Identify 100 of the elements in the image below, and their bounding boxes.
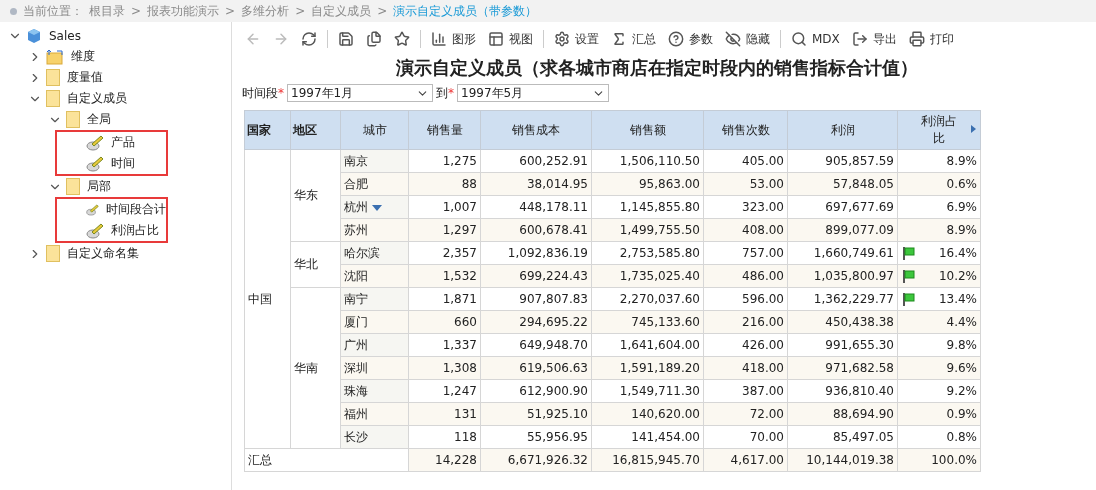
member-icon xyxy=(86,201,99,218)
table-cell: 1,641,604.00 xyxy=(591,333,704,357)
window-icon xyxy=(488,31,504,47)
table-cell: 16,815,945.70 xyxy=(591,448,704,472)
toolbar-button[interactable]: 汇总 xyxy=(606,28,661,50)
table-cell: 1,660,749.61 xyxy=(787,241,898,265)
breadcrumb-separator: > xyxy=(377,4,388,18)
table-cell: 1,145,855.80 xyxy=(591,195,704,219)
toolbar-button[interactable]: 隐藏 xyxy=(720,28,775,50)
table-cell: 450,438.38 xyxy=(787,310,898,334)
table-cell: 2,753,585.80 xyxy=(591,241,704,265)
member-icon xyxy=(86,155,104,172)
table-cell: 85,497.05 xyxy=(787,425,898,449)
tree-item[interactable]: 产品 xyxy=(111,134,135,151)
report-title: 演示自定义成员（求各城市商店在指定时段内的销售指标合计值） xyxy=(395,56,919,80)
table-cell: 294,695.22 xyxy=(480,310,592,334)
column-header: 销售成本 xyxy=(480,110,592,150)
tree-item[interactable]: 全局 xyxy=(87,111,111,128)
table-cell: 95,863.00 xyxy=(591,172,704,196)
table-cell: 华东 xyxy=(290,149,341,242)
folder-icon xyxy=(46,245,60,262)
toolbar-button[interactable]: 图形 xyxy=(426,28,481,50)
folder-icon xyxy=(46,69,60,86)
breadcrumb-separator: > xyxy=(131,4,142,18)
tree-item[interactable]: 自定义成员 xyxy=(67,90,127,107)
table-cell: 936,810.40 xyxy=(787,379,898,403)
table-cell: 140,620.00 xyxy=(591,402,704,426)
member-icon xyxy=(86,134,104,151)
table-cell: 38,014.95 xyxy=(480,172,592,196)
location-label: 当前位置： xyxy=(23,2,83,20)
table-cell: 448,178.11 xyxy=(480,195,592,219)
table-cell: 1,591,189.20 xyxy=(591,356,704,380)
table-cell: 2,270,037.60 xyxy=(591,287,704,311)
column-header: 国家 xyxy=(244,110,291,150)
save-icon xyxy=(338,31,354,47)
table-cell: 745,133.60 xyxy=(591,310,704,334)
tree-item[interactable]: 自定义命名集 xyxy=(67,245,139,262)
param-label: 到* xyxy=(436,84,454,102)
toolbar-button[interactable]: 设置 xyxy=(549,28,604,50)
toolbar-button[interactable]: MDX xyxy=(786,28,845,50)
column-header: 销售量 xyxy=(408,110,481,150)
column-header: 地区 xyxy=(290,110,341,150)
expand-triangle-icon[interactable] xyxy=(971,125,976,133)
help-icon xyxy=(668,31,684,47)
table-cell: 1,735,025.40 xyxy=(591,264,704,288)
tree-item[interactable]: 度量值 xyxy=(67,69,103,86)
folder-icon xyxy=(46,90,60,107)
column-header: 利润占比 xyxy=(897,110,981,150)
eye-off-icon xyxy=(725,31,741,47)
dropdown-caret-icon[interactable] xyxy=(372,204,382,211)
table-cell: 141,454.00 xyxy=(591,425,704,449)
table-cell: 1,362,229.77 xyxy=(787,287,898,311)
tree-item[interactable]: 时间 xyxy=(111,155,135,172)
sigma-icon xyxy=(611,31,627,47)
column-header: 城市 xyxy=(340,110,409,150)
breadcrumb-separator: > xyxy=(295,4,306,18)
date-select[interactable]: 1997年5月 xyxy=(457,84,609,102)
table-cell: 1,549,711.30 xyxy=(591,379,704,403)
breadcrumb-separator: > xyxy=(225,4,236,18)
table-cell: 华南 xyxy=(290,287,341,449)
search-icon xyxy=(791,31,807,47)
table-cell: 600,678.41 xyxy=(480,218,592,242)
table-cell: 899,077.09 xyxy=(787,218,898,242)
column-header: 利润 xyxy=(787,110,898,150)
toolbar-button[interactable]: 打印 xyxy=(903,28,959,50)
table-cell: 1,499,755.50 xyxy=(591,218,704,242)
documents-icon xyxy=(366,31,382,47)
table-cell: 1,035,800.97 xyxy=(787,264,898,288)
table-cell: 1,506,110.50 xyxy=(591,149,704,173)
toolbar-button[interactable]: 参数 xyxy=(663,28,718,50)
folder-icon xyxy=(66,111,80,128)
tree-item[interactable]: 维度 xyxy=(71,48,95,65)
table-cell: 649,948.70 xyxy=(480,333,592,357)
tree-item[interactable]: Sales xyxy=(49,28,81,43)
param-label: 时间段* xyxy=(242,84,284,102)
table-cell: 971,682.58 xyxy=(787,356,898,380)
tree-item[interactable]: 利润占比 xyxy=(111,222,159,239)
table-cell: 1,092,836.19 xyxy=(480,241,592,265)
table-cell: 697,677.69 xyxy=(787,195,898,219)
export-icon xyxy=(851,31,868,47)
table-cell: 汇总 xyxy=(244,448,409,472)
table-cell: 905,857.59 xyxy=(787,149,898,173)
tree-item[interactable]: 局部 xyxy=(87,178,111,195)
bar-chart-icon xyxy=(431,31,447,47)
column-header: 销售次数 xyxy=(703,110,788,150)
print-icon xyxy=(908,31,925,47)
tree-item[interactable]: 时间段合计 xyxy=(106,201,166,218)
toolbar-button[interactable]: 导出 xyxy=(846,28,902,50)
table-cell: 57,848.05 xyxy=(787,172,898,196)
table-cell: 619,506.63 xyxy=(480,356,592,380)
table-cell: 华北 xyxy=(290,241,341,288)
table-cell: 中国 xyxy=(244,149,291,449)
date-select[interactable]: 1997年1月 xyxy=(287,84,433,102)
cube-icon xyxy=(26,27,42,44)
dimension-folder-icon xyxy=(46,48,64,65)
table-cell: 600,252.91 xyxy=(480,149,592,173)
table-cell: 6,671,926.32 xyxy=(480,448,592,472)
toolbar-button[interactable]: 视图 xyxy=(483,28,538,50)
table-cell: 699,224.43 xyxy=(480,264,592,288)
location-dot-icon xyxy=(10,7,17,15)
